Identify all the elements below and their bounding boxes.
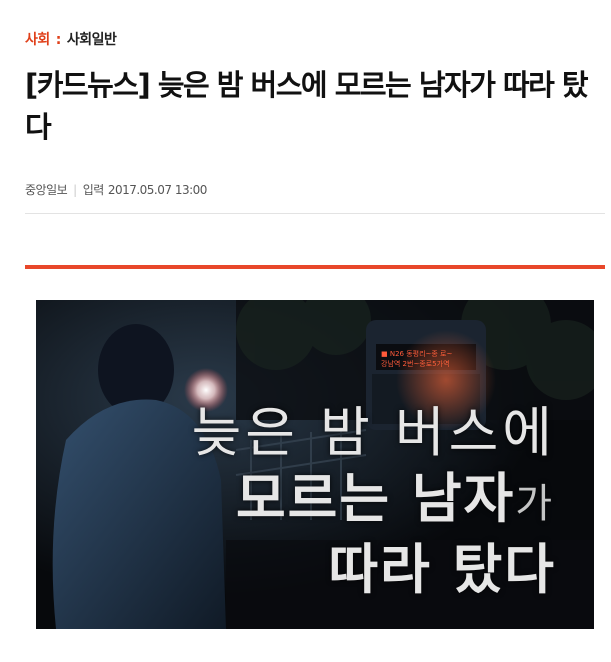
meta-divider: | — [73, 183, 77, 197]
breadcrumb-separator: : — [55, 32, 62, 48]
hero-line-3: 따라 탔다 — [328, 538, 556, 601]
header-divider — [25, 213, 605, 214]
breadcrumb-subsection-link[interactable]: 사회일반 — [67, 32, 117, 48]
hero-line-1: 늦은 밤 버스에 — [191, 401, 556, 464]
hero-caption: 늦은 밤 버스에 모르는 남자가 따라 탔다 — [192, 400, 556, 603]
article-meta: 중앙일보 | 입력 2017.05.07 13:00 — [25, 181, 207, 198]
article-source[interactable]: 중앙일보 — [25, 183, 68, 197]
hero-image: ■ N26 동평리~종 로~ 강남역 2번~종로5가역 늦은 밤 버스에 모르는… — [36, 300, 594, 629]
breadcrumb-section-link[interactable]: 사회 — [25, 32, 50, 48]
date-label: 입력 — [82, 183, 105, 197]
breadcrumb: 사회: 사회일반 — [25, 29, 117, 49]
hero-line-2: 모르는 남자가 — [192, 466, 556, 537]
article-title: [카드뉴스] 늦은 밤 버스에 모르는 남자가 따라 탔다 — [25, 68, 589, 144]
article-date: 2017.05.07 13:00 — [107, 183, 208, 197]
hero-line-2-bold: 모르는 남자 — [235, 467, 516, 530]
hero-line-2-light: 가 — [515, 481, 556, 527]
accent-divider — [25, 265, 605, 269]
